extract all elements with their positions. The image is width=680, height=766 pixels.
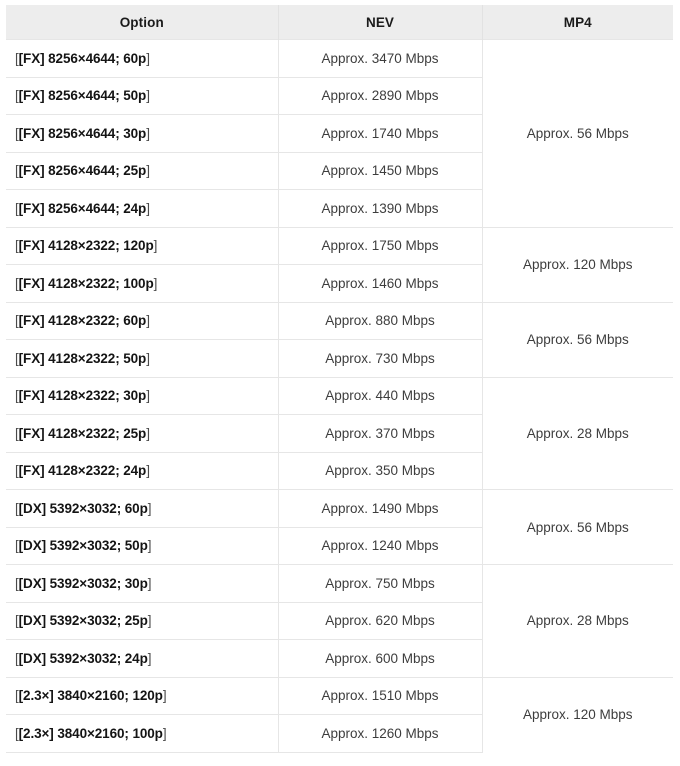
option-close-bracket: ] bbox=[146, 125, 150, 141]
cell-option: [[2.3×] 3840×2160; 100p] bbox=[6, 714, 279, 753]
option-label: [DX] 5392×3032; 25p bbox=[18, 613, 148, 629]
cell-nev-bitrate: Approx. 620 Mbps bbox=[278, 601, 483, 640]
column-header-mp4: MP4 bbox=[482, 5, 673, 40]
cell-mp4-bitrate: Approx. 120 Mbps bbox=[482, 676, 673, 752]
option-label: [FX] 4128×2322; 30p bbox=[18, 388, 147, 404]
cell-mp4-bitrate: Approx. 56 Mbps bbox=[482, 301, 673, 377]
table-row: [[FX] 4128×2322; 60p] Approx. 880 Mbps App… bbox=[6, 301, 673, 377]
table-row: [[FX] 4128×2322; 30p] Approx. 440 Mbps App… bbox=[6, 376, 673, 490]
cell-option: [[FX] 4128×2322; 50p] bbox=[6, 339, 279, 377]
option-label: [FX] 8256×4644; 24p bbox=[18, 200, 147, 216]
cell-nev-bitrate: Approx. 600 Mbps bbox=[278, 639, 483, 677]
option-close-bracket: ] bbox=[146, 50, 150, 66]
cell-option: [[FX] 4128×2322; 24p] bbox=[6, 451, 279, 490]
cell-nev-bitrate: Approx. 1740 Mbps bbox=[278, 114, 483, 152]
option-label: [DX] 5392×3032; 50p bbox=[18, 538, 148, 554]
table-row: [[DX] 5392×3032; 60p] Approx. 1490 Mbps Ap… bbox=[6, 489, 673, 565]
cell-mp4-bitrate: Approx. 28 Mbps bbox=[482, 376, 673, 490]
table-row: [[FX] 4128×2322; 120p] Approx. 1750 Mbps A… bbox=[6, 226, 673, 302]
option-close-bracket: ] bbox=[147, 500, 152, 516]
cell-nev-bitrate: Approx. 1750 Mbps bbox=[278, 226, 483, 265]
cell-nev-bitrate: Approx. 1260 Mbps bbox=[278, 714, 483, 753]
cell-mp4-bitrate: Approx. 56 Mbps bbox=[482, 39, 673, 227]
cell-nev-bitrate: Approx. 730 Mbps bbox=[278, 339, 483, 377]
cell-option: [[FX] 4128×2322; 60p] bbox=[6, 301, 279, 340]
option-label: [2.3×] 3840×2160; 120p bbox=[18, 688, 163, 704]
option-label: [FX] 4128×2322; 60p bbox=[18, 313, 147, 329]
cell-nev-bitrate: Approx. 370 Mbps bbox=[278, 414, 483, 452]
option-close-bracket: ] bbox=[147, 538, 152, 554]
option-close-bracket: ] bbox=[146, 163, 150, 179]
option-label: [DX] 5392×3032; 30p bbox=[18, 575, 148, 591]
cell-nev-bitrate: Approx. 1460 Mbps bbox=[278, 264, 483, 302]
option-label: [FX] 4128×2322; 120p bbox=[18, 238, 154, 254]
cell-option: [[DX] 5392×3032; 25p] bbox=[6, 601, 279, 640]
cell-option: [[DX] 5392×3032; 50p] bbox=[6, 526, 279, 565]
page-root: Option NEV MP4 [[FX] 8256×4644; 60p] Appr… bbox=[0, 0, 680, 766]
column-header-option: Option bbox=[6, 5, 279, 40]
cell-mp4-bitrate: Approx. 28 Mbps bbox=[482, 564, 673, 677]
cell-option: [[FX] 4128×2322; 100p] bbox=[6, 264, 279, 302]
option-close-bracket: ] bbox=[147, 613, 152, 629]
option-close-bracket: ] bbox=[147, 575, 152, 591]
table-body: [[FX] 8256×4644; 60p] Approx. 3470 Mbps Ap… bbox=[6, 39, 673, 753]
cell-nev-bitrate: Approx. 880 Mbps bbox=[278, 301, 483, 340]
cell-option: [[DX] 5392×3032; 60p] bbox=[6, 489, 279, 527]
table-header-row: Option NEV MP4 bbox=[6, 5, 673, 40]
cell-nev-bitrate: Approx. 750 Mbps bbox=[278, 564, 483, 602]
option-close-bracket: ] bbox=[146, 200, 150, 216]
option-close-bracket: ] bbox=[146, 388, 150, 404]
cell-option: [[FX] 8256×4644; 24p] bbox=[6, 189, 279, 227]
option-close-bracket: ] bbox=[146, 425, 150, 441]
cell-nev-bitrate: Approx. 3470 Mbps bbox=[278, 39, 483, 77]
option-label: [FX] 8256×4644; 25p bbox=[18, 163, 147, 179]
option-label: [FX] 8256×4644; 50p bbox=[18, 88, 147, 104]
option-label: [FX] 4128×2322; 24p bbox=[18, 463, 147, 479]
table-row: [[2.3×] 3840×2160; 120p] Approx. 1510 Mbp… bbox=[6, 676, 673, 752]
option-close-bracket: ] bbox=[162, 725, 167, 741]
option-close-bracket: ] bbox=[153, 275, 158, 291]
option-label: [FX] 4128×2322; 50p bbox=[18, 350, 147, 366]
cell-option: [[2.3×] 3840×2160; 120p] bbox=[6, 676, 279, 715]
option-close-bracket: ] bbox=[146, 350, 150, 366]
table-header: Option NEV MP4 bbox=[6, 5, 673, 40]
cell-option: [[DX] 5392×3032; 30p] bbox=[6, 564, 279, 602]
cell-nev-bitrate: Approx. 1450 Mbps bbox=[278, 151, 483, 190]
cell-nev-bitrate: Approx. 1490 Mbps bbox=[278, 489, 483, 527]
cell-option: [[FX] 8256×4644; 50p] bbox=[6, 76, 279, 115]
cell-option: [[DX] 5392×3032; 24p] bbox=[6, 639, 279, 677]
cell-mp4-bitrate: Approx. 56 Mbps bbox=[482, 489, 673, 565]
option-label: [FX] 4128×2322; 25p bbox=[18, 425, 147, 441]
cell-option: [[FX] 8256×4644; 30p] bbox=[6, 114, 279, 152]
option-close-bracket: ] bbox=[162, 688, 167, 704]
cell-nev-bitrate: Approx. 440 Mbps bbox=[278, 376, 483, 415]
option-label: [2.3×] 3840×2160; 100p bbox=[18, 725, 163, 741]
video-options-table: Option NEV MP4 [[FX] 8256×4644; 60p] Appr… bbox=[6, 5, 673, 753]
option-close-bracket: ] bbox=[146, 313, 150, 329]
option-close-bracket: ] bbox=[146, 88, 150, 104]
option-label: [DX] 5392×3032; 60p bbox=[18, 500, 148, 516]
cell-option: [[FX] 4128×2322; 25p] bbox=[6, 414, 279, 452]
cell-mp4-bitrate: Approx. 120 Mbps bbox=[482, 226, 673, 302]
cell-nev-bitrate: Approx. 1510 Mbps bbox=[278, 676, 483, 715]
cell-option: [[FX] 4128×2322; 30p] bbox=[6, 376, 279, 415]
cell-option: [[FX] 8256×4644; 60p] bbox=[6, 39, 279, 77]
cell-nev-bitrate: Approx. 2890 Mbps bbox=[278, 76, 483, 115]
option-close-bracket: ] bbox=[147, 650, 152, 666]
option-label: [FX] 8256×4644; 60p bbox=[18, 50, 147, 66]
cell-nev-bitrate: Approx. 1390 Mbps bbox=[278, 189, 483, 227]
cell-option: [[FX] 4128×2322; 120p] bbox=[6, 226, 279, 265]
column-header-nev: NEV bbox=[278, 5, 483, 40]
option-close-bracket: ] bbox=[153, 238, 158, 254]
option-label: [FX] 8256×4644; 30p bbox=[18, 125, 147, 141]
cell-nev-bitrate: Approx. 350 Mbps bbox=[278, 451, 483, 490]
table-row: [[FX] 8256×4644; 60p] Approx. 3470 Mbps Ap… bbox=[6, 39, 673, 227]
table-row: [[DX] 5392×3032; 30p] Approx. 750 Mbps App… bbox=[6, 564, 673, 677]
option-label: [DX] 5392×3032; 24p bbox=[18, 650, 148, 666]
option-label: [FX] 4128×2322; 100p bbox=[18, 275, 154, 291]
cell-option: [[FX] 8256×4644; 25p] bbox=[6, 151, 279, 190]
option-close-bracket: ] bbox=[146, 463, 150, 479]
cell-nev-bitrate: Approx. 1240 Mbps bbox=[278, 526, 483, 565]
